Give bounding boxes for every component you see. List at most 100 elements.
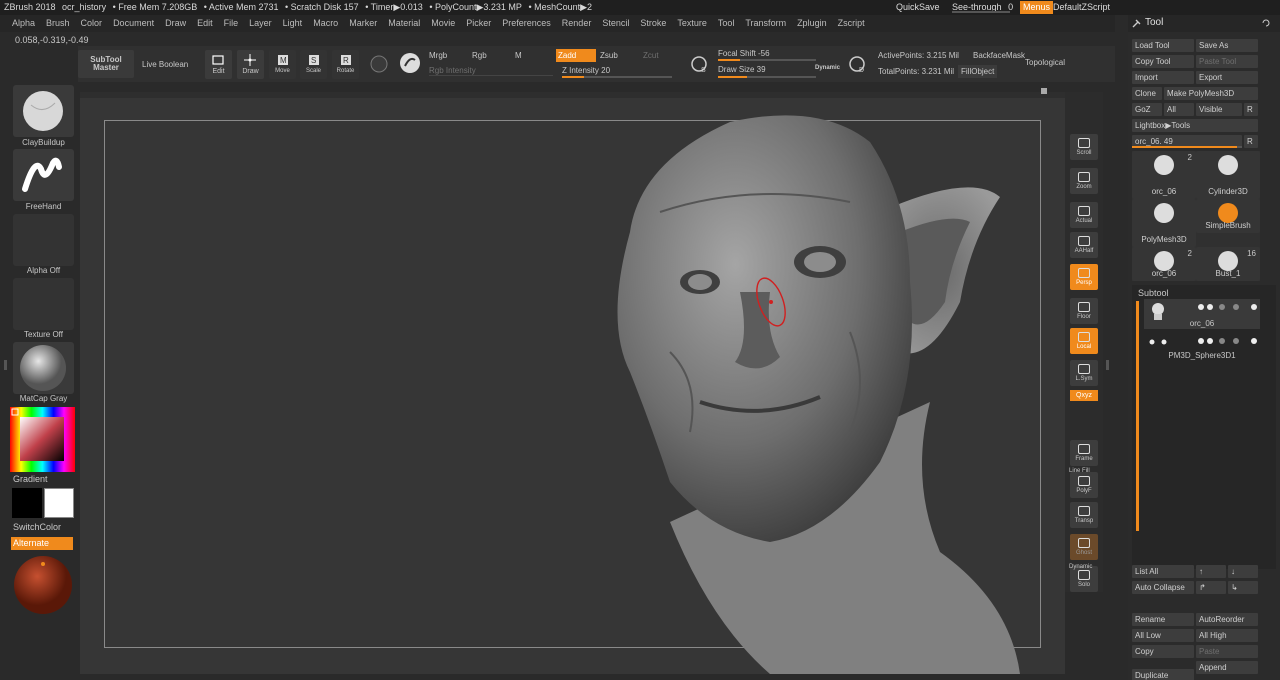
zadd-button[interactable]: Zadd [556, 49, 596, 62]
see-through-slider[interactable]: See-through 0 [952, 0, 1013, 15]
view-frame-button[interactable]: Frame [1070, 440, 1098, 466]
view-floor-button[interactable]: Floor [1070, 298, 1098, 324]
material-slot[interactable] [13, 342, 74, 394]
menu-picker[interactable]: Picker [466, 18, 491, 28]
append-button[interactable]: Append [1196, 661, 1258, 674]
all-low-button[interactable]: All Low [1132, 629, 1194, 642]
make-polymesh-button[interactable]: Make PolyMesh3D [1164, 87, 1258, 100]
tool-r-button[interactable]: R [1244, 135, 1258, 148]
alternate-button[interactable]: Alternate [11, 537, 73, 550]
subtool-item[interactable]: orc_06 [1144, 299, 1260, 329]
rgb-intensity-slider[interactable]: Rgb Intensity [429, 66, 476, 75]
tool-thumb[interactable]: orc_06 2 [1132, 247, 1196, 281]
view-local-button[interactable]: Local [1070, 328, 1098, 354]
scale-button[interactable]: S Scale [300, 50, 327, 79]
main-color-swatch[interactable] [44, 488, 74, 518]
clone-button[interactable]: Clone [1132, 87, 1162, 100]
m-button[interactable]: M [515, 51, 522, 60]
default-zscript-button[interactable]: DefaultZScript [1053, 0, 1110, 15]
view-polyf-button[interactable]: PolyF [1070, 472, 1098, 498]
paste-button[interactable]: Paste [1196, 645, 1258, 658]
tool-thumb[interactable]: PolyMesh3D [1132, 199, 1196, 247]
menu-file[interactable]: File [224, 18, 239, 28]
menu-transform[interactable]: Transform [745, 18, 786, 28]
view-lsym-button[interactable]: L.Sym [1070, 360, 1098, 386]
visible-button[interactable]: Visible [1196, 103, 1242, 116]
move-up-button[interactable]: ↑ [1196, 565, 1226, 578]
rotate-button[interactable]: R Rotate [332, 50, 359, 79]
menu-marker[interactable]: Marker [349, 18, 377, 28]
menu-movie[interactable]: Movie [431, 18, 455, 28]
subtool-item[interactable]: PM3D_Sphere3D1 [1144, 333, 1260, 363]
draw-button[interactable]: Draw [237, 50, 264, 79]
secondary-color-swatch[interactable] [12, 488, 42, 518]
zcut-button[interactable]: Zcut [643, 51, 659, 60]
rgb-button[interactable]: Rgb [472, 51, 487, 60]
menu-zscript[interactable]: Zscript [838, 18, 865, 28]
stroke-icon[interactable] [399, 52, 421, 74]
quicksave-button[interactable]: QuickSave [896, 0, 940, 15]
refresh-icon[interactable] [1261, 18, 1271, 28]
menu-layer[interactable]: Layer [249, 18, 272, 28]
rename-button[interactable]: Rename [1132, 613, 1194, 626]
load-tool-button[interactable]: Load Tool [1132, 39, 1194, 52]
fill-object-button[interactable]: FillObject [958, 65, 998, 78]
live-boolean-button[interactable]: Live Boolean [142, 60, 188, 69]
subtool-scrollbar[interactable] [1136, 301, 1139, 531]
xyz-symmetry-toggle[interactable]: Qxyz [1070, 390, 1098, 401]
menu-preferences[interactable]: Preferences [502, 18, 551, 28]
right-tray-handle[interactable] [1106, 360, 1109, 370]
menu-material[interactable]: Material [388, 18, 420, 28]
menu-draw[interactable]: Draw [165, 18, 186, 28]
subtool-master-button[interactable]: SubTool Master [78, 50, 134, 78]
canvas-viewport[interactable] [80, 88, 1065, 674]
menu-render[interactable]: Render [562, 18, 592, 28]
import-button[interactable]: Import [1132, 71, 1194, 84]
menu-brush[interactable]: Brush [46, 18, 70, 28]
auto-collapse-button[interactable]: Auto Collapse [1132, 581, 1194, 594]
menu-color[interactable]: Color [81, 18, 103, 28]
arrow-up-right-button[interactable]: ↱ [1196, 581, 1226, 594]
left-tray-handle[interactable] [4, 360, 7, 370]
subtool-toggles-icon[interactable] [1196, 302, 1260, 312]
lightbox-tools-button[interactable]: Lightbox▶Tools [1132, 119, 1258, 132]
export-button[interactable]: Export [1196, 71, 1258, 84]
menu-tool[interactable]: Tool [718, 18, 735, 28]
color-picker[interactable] [10, 407, 75, 472]
tool-thumb[interactable]: SimpleBrush [1196, 199, 1260, 233]
arrow-down-right-button[interactable]: ↳ [1228, 581, 1258, 594]
menu-document[interactable]: Document [113, 18, 154, 28]
backface-mask-button[interactable]: BackfaceMask [973, 51, 1025, 60]
duplicate-button[interactable]: Duplicate [1132, 669, 1194, 680]
brush-slot[interactable] [13, 85, 74, 137]
dynamic-toggle[interactable]: Dynamic [815, 65, 840, 71]
save-as-button[interactable]: Save As [1196, 39, 1258, 52]
view-aahalf-button[interactable]: AAHalf [1070, 232, 1098, 258]
menu-macro[interactable]: Macro [313, 18, 338, 28]
view-ghost-button[interactable]: Ghost [1070, 534, 1098, 560]
mrgb-button[interactable]: Mrgb [429, 51, 447, 60]
copy-tool-button[interactable]: Copy Tool [1132, 55, 1194, 68]
subtool-toggles-icon[interactable] [1196, 336, 1260, 346]
tool-thumb[interactable]: Cylinder3D [1196, 151, 1260, 199]
menu-stroke[interactable]: Stroke [640, 18, 666, 28]
goz-button[interactable]: GoZ [1132, 103, 1162, 116]
paste-tool-button[interactable]: Paste Tool [1196, 55, 1258, 68]
zsub-button[interactable]: Zsub [600, 51, 618, 60]
menu-zplugin[interactable]: Zplugin [797, 18, 827, 28]
draw-size-slider[interactable]: Draw Size 39 [718, 65, 766, 74]
auto-reorder-button[interactable]: AutoReorder [1196, 613, 1258, 626]
tool-thumb[interactable]: Bust_1 16 [1196, 247, 1260, 281]
material-sphere-icon[interactable] [369, 54, 389, 74]
gradient-label[interactable]: Gradient [13, 474, 48, 484]
all-high-button[interactable]: All High [1196, 629, 1258, 642]
menu-edit[interactable]: Edit [197, 18, 213, 28]
switch-color-button[interactable]: SwitchColor [13, 522, 61, 532]
list-all-button[interactable]: List All [1132, 565, 1194, 578]
move-button[interactable]: M Move [269, 50, 296, 79]
copy-button[interactable]: Copy [1132, 645, 1194, 658]
z-intensity-slider[interactable]: Z Intensity 20 [562, 66, 610, 75]
all-button[interactable]: All [1164, 103, 1194, 116]
material-preview-sphere[interactable] [12, 554, 74, 616]
menus-toggle[interactable]: Menus [1020, 1, 1054, 14]
